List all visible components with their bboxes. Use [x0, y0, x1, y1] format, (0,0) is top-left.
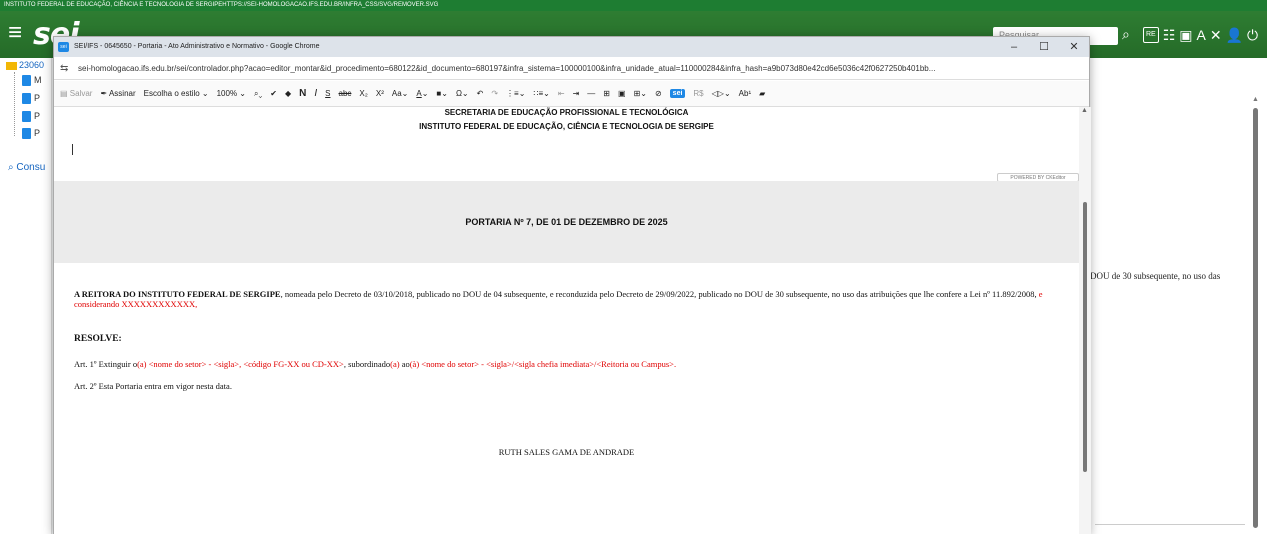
text-cursor [72, 144, 73, 155]
text-case-icon[interactable]: Aa⌄ [392, 89, 409, 98]
editor-window: sei SEI/IFS - 0645650 - Portaria - Ato A… [53, 36, 1091, 534]
site-info-icon[interactable]: ⇆ [60, 57, 68, 79]
window-title: SEI/IFS - 0645650 - Portaria - Ato Admin… [74, 43, 320, 50]
tree-document-item[interactable]: P [22, 93, 40, 105]
zoom-select[interactable]: 100% ⌄ [217, 89, 246, 98]
list-icon[interactable]: ☷ [1163, 26, 1176, 44]
reitora-label: A REITORA DO INSTITUTO FEDERAL DE SERGIP… [74, 289, 281, 299]
logout-icon[interactable]: ⏻ [1247, 26, 1258, 44]
editor-scrollbar[interactable]: ▲ [1079, 107, 1091, 534]
document-icon [22, 128, 31, 140]
window-titlebar[interactable]: sei SEI/IFS - 0645650 - Portaria - Ato A… [54, 37, 1089, 57]
close-icon[interactable]: ✕ [1059, 37, 1089, 57]
consult-link[interactable]: ⌕ Consu [8, 162, 45, 173]
strikethrough-icon[interactable]: S [325, 89, 330, 98]
resolve-heading: RESOLVE: [74, 334, 122, 344]
panel-icon[interactable]: ▣ [1179, 26, 1192, 44]
numbered-list-icon[interactable]: ⋮≡⌄ [506, 89, 525, 98]
signature-name: RUTH SALES GAMA DE ANDRADE [498, 447, 635, 457]
abbreviation-icon[interactable]: Ab¹ [739, 89, 751, 98]
header-icons: RE ☷ ▣ A ✕ 👤 ⏻ [1143, 26, 1258, 44]
background-scrollbar[interactable] [1253, 108, 1258, 528]
editor-toolbar: ▤ Salvar ✒ Assinar Escolha o estilo ⌄ 10… [54, 81, 1089, 107]
outdent-icon[interactable]: ⇤ [558, 89, 565, 98]
font-size-icon[interactable]: A [1197, 26, 1206, 44]
article-2: Art. 2º Esta Portaria entra em vigor nes… [74, 381, 232, 391]
document-area[interactable]: SECRETARIA DE EDUCAÇÃO PROFISSIONAL E TE… [54, 107, 1079, 534]
document-header-section[interactable]: SECRETARIA DE EDUCAÇÃO PROFISSIONAL E TE… [54, 107, 1079, 182]
user-icon[interactable]: 👤 [1226, 26, 1243, 44]
bullet-list-icon[interactable]: ∷≡⌄ [533, 89, 549, 98]
tree-document-item[interactable]: P [22, 128, 40, 140]
background-document [1090, 58, 1267, 534]
scroll-thumb[interactable] [1083, 202, 1087, 472]
background-color-icon[interactable]: ■⌄ [436, 89, 448, 98]
undo-icon[interactable]: ↶ [477, 89, 484, 98]
special-char-icon[interactable]: Ω⌄ [456, 89, 469, 98]
document-icon [22, 111, 31, 123]
portaria-title: PORTARIA Nº 7, DE 01 DE DEZEMBRO DE 2025 [465, 217, 668, 227]
eraser-icon[interactable]: ◆ [285, 89, 291, 98]
scroll-up-icon[interactable]: ▲ [1081, 107, 1088, 114]
superscript-icon[interactable]: X² [376, 89, 384, 98]
redo-icon[interactable]: ↷ [491, 89, 498, 98]
window-controls: – ☐ ✕ [999, 37, 1089, 57]
table-icon[interactable]: ⊞⌄ [634, 89, 647, 98]
format-painter-icon[interactable]: ✔ [270, 89, 277, 98]
page-break-icon[interactable]: ⊞ [603, 89, 610, 98]
italic-icon[interactable]: I [314, 88, 317, 99]
sei-favicon-icon: sei [58, 42, 69, 52]
document-icon [22, 93, 31, 105]
source-icon[interactable]: ◁▷⌄ [712, 89, 731, 98]
save-button[interactable]: ▤ Salvar [60, 89, 92, 98]
menu-icon[interactable]: ≡ [8, 21, 22, 45]
tree-document-item[interactable]: M [22, 75, 42, 87]
re-icon[interactable]: RE [1143, 27, 1159, 43]
strike-abc-icon[interactable]: abc [339, 89, 352, 98]
font-color-icon[interactable]: A⌄ [416, 89, 428, 98]
indent-icon[interactable]: ⇥ [573, 89, 580, 98]
scroll-up-icon[interactable]: ▲ [1252, 96, 1259, 103]
image-icon[interactable]: ▣ [618, 89, 626, 98]
divider [1095, 524, 1245, 525]
preamble-paragraph: A REITORA DO INSTITUTO FEDERAL DE SERGIP… [74, 289, 1059, 309]
document-icon [22, 75, 31, 87]
process-tree: 23060 M P P P P ⌕ Consu [0, 58, 52, 534]
document-body[interactable]: A REITORA DO INSTITUTO FEDERAL DE SERGIP… [54, 263, 1079, 534]
minimize-icon[interactable]: – [999, 37, 1029, 57]
url-text: sei-homologacao.ifs.edu.br/sei/controlad… [78, 64, 936, 73]
link-icon[interactable]: ⊘ [655, 89, 662, 98]
institute-bar: INSTITUTO FEDERAL DE EDUCAÇÃO, CIÊNCIA E… [0, 0, 1267, 11]
currency-button[interactable]: R$ [693, 89, 703, 98]
header-line-1: SECRETARIA DE EDUCAÇÃO PROFISSIONAL E TE… [444, 108, 689, 117]
background-document-text: DOU de 30 subsequente, no uso das [1090, 271, 1221, 281]
horizontal-line-icon[interactable]: — [587, 89, 595, 98]
bold-icon[interactable]: N [299, 88, 306, 99]
article-1: Art. 1º Extinguir o(a) <nome do setor> -… [74, 359, 677, 369]
folder-icon [6, 61, 17, 70]
process-number[interactable]: 23060 [6, 60, 44, 70]
sei-link-button[interactable]: sei [669, 89, 686, 98]
tools-icon[interactable]: ✕ [1210, 26, 1222, 44]
header-line-2: INSTITUTO FEDERAL DE EDUCAÇÃO, CIÊNCIA E… [419, 122, 714, 131]
maximize-icon[interactable]: ☐ [1029, 37, 1059, 57]
address-bar[interactable]: ⇆ sei-homologacao.ifs.edu.br/sei/control… [54, 57, 1089, 80]
style-select[interactable]: Escolha o estilo ⌄ [144, 89, 209, 98]
preamble-text: , nomeada pelo Decreto de 03/10/2018, pu… [280, 289, 1039, 299]
sign-button[interactable]: ✒ Assinar [100, 89, 135, 98]
subscript-icon[interactable]: X₂ [359, 89, 367, 98]
tree-document-item[interactable]: P [22, 111, 40, 123]
search-icon[interactable]: ⌕ [1122, 26, 1130, 43]
tree-connector [14, 72, 15, 136]
find-icon[interactable]: ⌕⌄ [254, 89, 262, 99]
comment-icon[interactable]: ▰ [759, 89, 765, 98]
